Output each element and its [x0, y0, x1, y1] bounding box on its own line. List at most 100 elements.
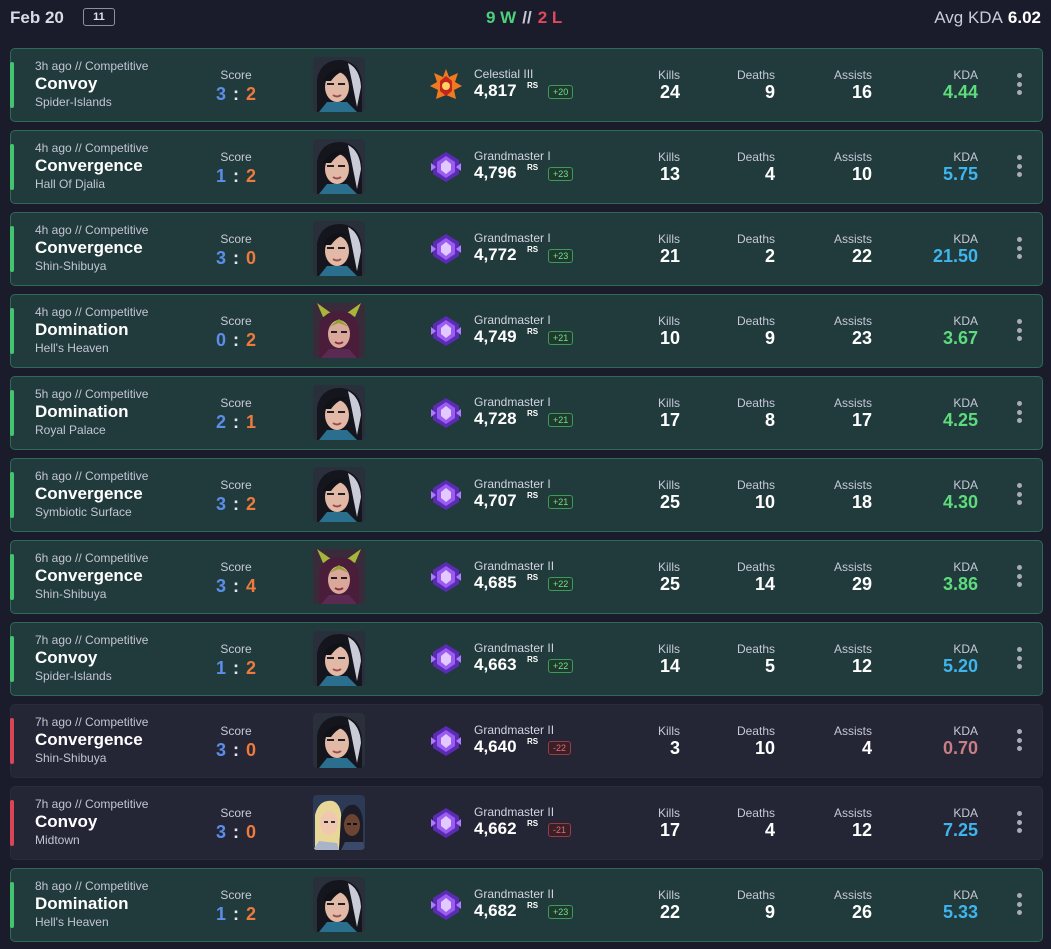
match-row[interactable]: 4h ago // Competitive Domination Hell's …	[10, 294, 1043, 368]
hero-portrait-horned-icon	[313, 303, 365, 358]
kda-value: 4.25	[942, 410, 978, 430]
map-name: Hell's Heaven	[35, 915, 109, 929]
more-options-icon[interactable]	[1014, 729, 1024, 755]
score-colon: :	[233, 740, 239, 760]
ally-score: 3	[215, 822, 226, 842]
enemy-score: 2	[246, 166, 257, 186]
game-mode: Convergence	[35, 730, 143, 749]
wins-count: 9 W	[486, 8, 517, 27]
kills-label: Kills	[657, 150, 680, 164]
rank-name: Grandmaster II	[474, 805, 555, 819]
match-row[interactable]: 6h ago // Competitive Convergence Symbio…	[10, 458, 1043, 532]
game-mode: Convergence	[35, 484, 143, 503]
kda-label: KDA	[953, 68, 978, 82]
enemy-score: 2	[246, 904, 257, 924]
match-score: 3:2	[206, 494, 266, 515]
deaths-value: 9	[764, 902, 775, 922]
grandmaster-rank-icon	[429, 805, 463, 841]
score-label: Score	[220, 68, 252, 82]
ally-score: 3	[215, 84, 226, 104]
kda-label: KDA	[953, 232, 978, 246]
match-score: 1:2	[206, 658, 266, 679]
more-options-icon[interactable]	[1014, 319, 1024, 345]
match-row[interactable]: 4h ago // Competitive Convergence Shin-S…	[10, 212, 1043, 286]
result-indicator	[10, 800, 14, 846]
map-name: Shin-Shibuya	[35, 751, 107, 765]
deaths-label: Deaths	[736, 888, 775, 902]
match-row[interactable]: 7h ago // Competitive Convoy Spider-Isla…	[10, 622, 1043, 696]
ally-score: 3	[215, 248, 226, 268]
kda-value: 4.30	[942, 492, 978, 512]
deaths-value: 8	[764, 410, 775, 430]
match-row[interactable]: 5h ago // Competitive Domination Royal P…	[10, 376, 1043, 450]
deaths-value: 4	[764, 164, 775, 184]
more-options-icon[interactable]	[1014, 565, 1024, 591]
match-row[interactable]: 3h ago // Competitive Convoy Spider-Isla…	[10, 48, 1043, 122]
deaths-value: 14	[754, 574, 775, 594]
more-options-icon[interactable]	[1014, 73, 1024, 99]
kills-label: Kills	[657, 888, 680, 902]
rank-delta-badge: +21	[548, 413, 574, 427]
rank-score: 4,796	[474, 163, 517, 182]
score-label: Score	[220, 724, 252, 738]
score-colon: :	[233, 576, 239, 596]
deaths-label: Deaths	[736, 396, 775, 410]
deaths-label: Deaths	[736, 68, 775, 82]
match-score: 3:4	[206, 576, 266, 597]
score-label: Score	[220, 888, 252, 902]
match-row[interactable]: 8h ago // Competitive Domination Hell's …	[10, 868, 1043, 942]
kills-label: Kills	[657, 560, 680, 574]
assists-label: Assists	[833, 806, 872, 820]
match-row[interactable]: 7h ago // Competitive Convoy Midtown Sco…	[10, 786, 1043, 860]
deaths-label: Deaths	[736, 478, 775, 492]
assists-label: Assists	[833, 68, 872, 82]
celestial-rank-icon	[429, 67, 463, 103]
match-score: 1:2	[206, 904, 266, 925]
win-loss-summary: 9 W // 2 L	[486, 8, 562, 28]
more-options-icon[interactable]	[1014, 483, 1024, 509]
more-options-icon[interactable]	[1014, 237, 1024, 263]
more-options-icon[interactable]	[1014, 893, 1024, 919]
match-row[interactable]: 7h ago // Competitive Convergence Shin-S…	[10, 704, 1043, 778]
match-meta: 5h ago // Competitive	[35, 387, 149, 401]
assists-value: 23	[851, 328, 872, 348]
rank-score: 4,685	[474, 573, 517, 592]
kda-value: 7.25	[942, 820, 978, 840]
match-meta: 4h ago // Competitive	[35, 305, 149, 319]
map-name: Symbiotic Surface	[35, 505, 132, 519]
match-row[interactable]: 4h ago // Competitive Convergence Hall O…	[10, 130, 1043, 204]
match-row[interactable]: 6h ago // Competitive Convergence Shin-S…	[10, 540, 1043, 614]
rank-name: Grandmaster I	[474, 477, 551, 491]
rank-name: Grandmaster I	[474, 313, 551, 327]
grandmaster-rank-icon	[429, 559, 463, 595]
hero-portrait-dark-hair-icon	[313, 221, 365, 276]
ally-score: 2	[215, 412, 226, 432]
kills-value: 22	[659, 902, 680, 922]
more-options-icon[interactable]	[1014, 401, 1024, 427]
more-options-icon[interactable]	[1014, 155, 1024, 181]
deaths-value: 10	[754, 738, 775, 758]
result-indicator	[10, 226, 14, 272]
grandmaster-rank-icon	[429, 641, 463, 677]
map-name: Shin-Shibuya	[35, 259, 107, 273]
avg-kda-value: 6.02	[1007, 8, 1041, 27]
score-colon: :	[233, 248, 239, 268]
more-options-icon[interactable]	[1014, 647, 1024, 673]
assists-label: Assists	[833, 724, 872, 738]
game-mode: Convoy	[35, 74, 98, 93]
grandmaster-rank-icon	[429, 477, 463, 513]
kills-label: Kills	[657, 396, 680, 410]
match-score: 0:2	[206, 330, 266, 351]
match-score: 3:0	[206, 740, 266, 761]
score-label: Score	[220, 396, 252, 410]
hero-portrait-dark-hair-icon	[313, 877, 365, 932]
map-name: Hall Of Djalia	[35, 177, 106, 191]
enemy-score: 2	[246, 494, 257, 514]
game-mode: Domination	[35, 320, 129, 339]
match-score: 3:0	[206, 822, 266, 843]
rank-score: 4,663	[474, 655, 517, 674]
kda-label: KDA	[953, 724, 978, 738]
rank-name: Grandmaster II	[474, 641, 555, 655]
more-options-icon[interactable]	[1014, 811, 1024, 837]
match-meta: 7h ago // Competitive	[35, 797, 149, 811]
